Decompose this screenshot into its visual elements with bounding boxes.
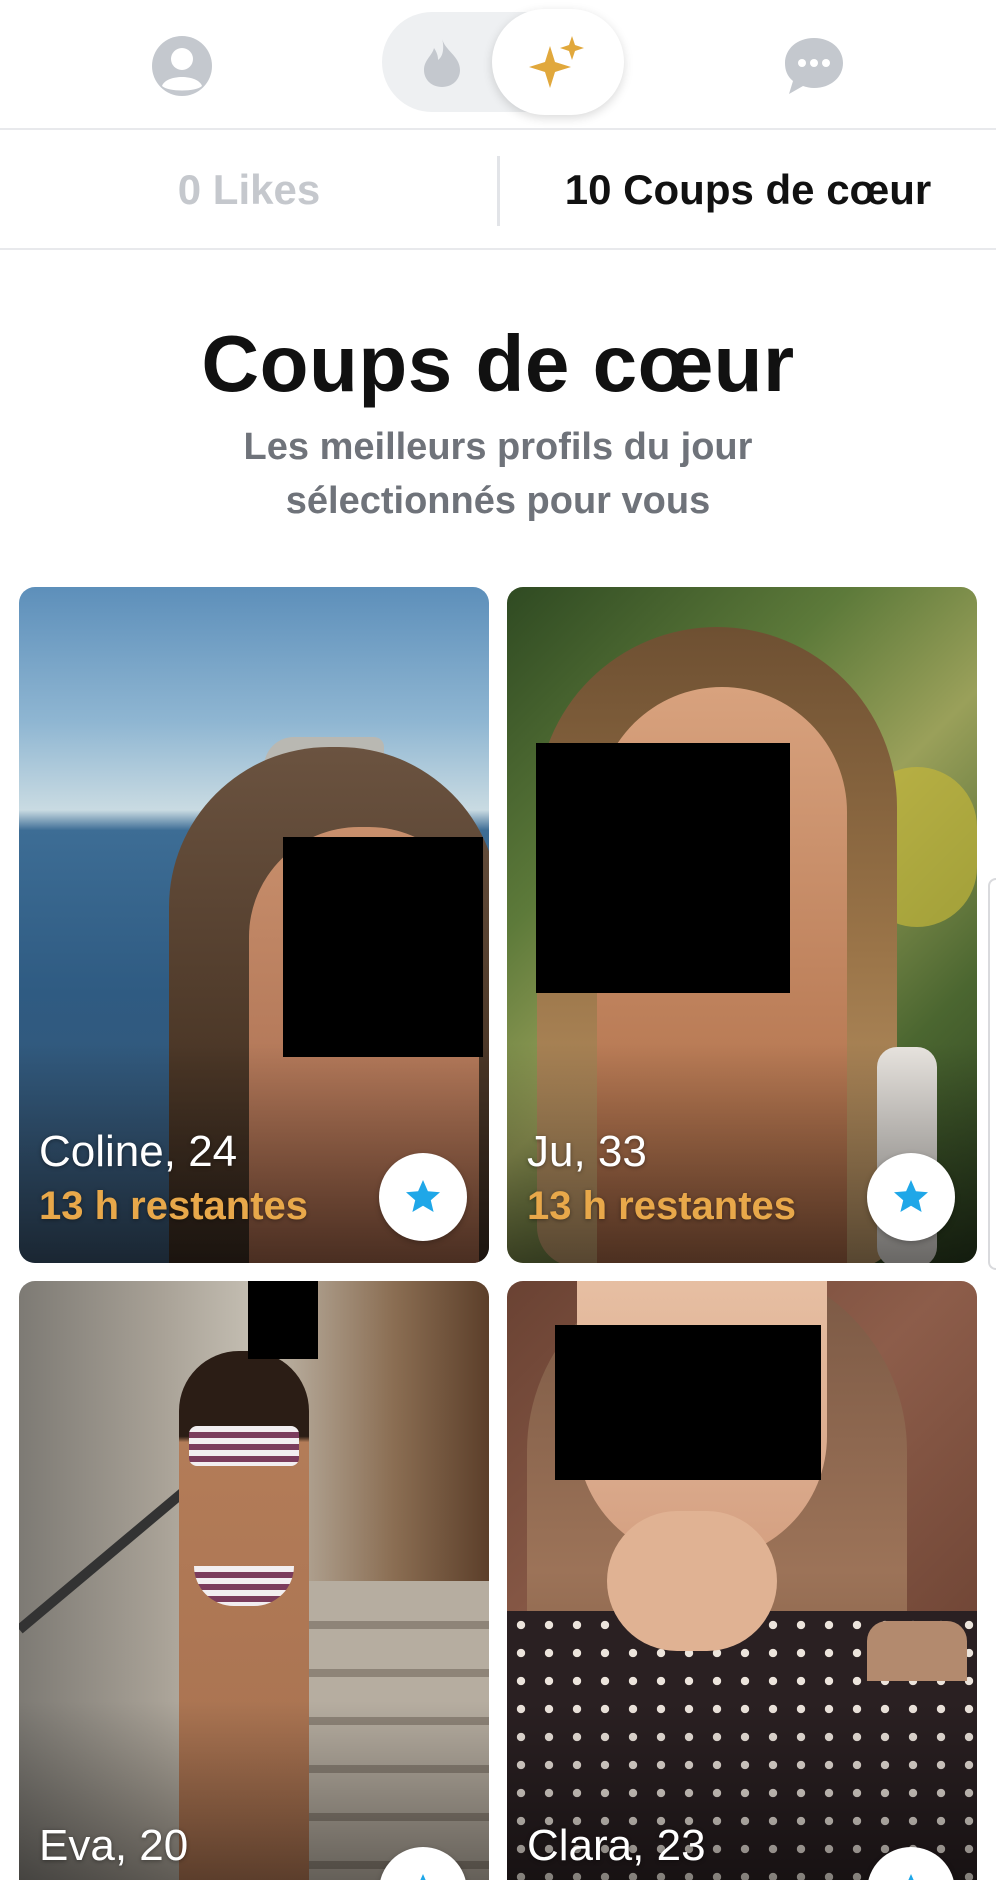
sparkle-icon — [529, 36, 584, 88]
time-remaining: 13 h restantes — [527, 1184, 797, 1228]
messages-button[interactable] — [774, 26, 854, 106]
profile-card[interactable]: Ju, 33 13 h restantes — [507, 587, 977, 1263]
redaction-box — [536, 743, 790, 993]
redaction-box — [555, 1325, 821, 1480]
star-icon — [406, 1180, 440, 1212]
star-icon — [420, 1874, 426, 1880]
chat-icon — [785, 38, 843, 94]
redaction-box — [248, 1281, 318, 1359]
super-like-button[interactable] — [867, 1153, 955, 1241]
profile-card[interactable]: Eva, 20 — [19, 1281, 489, 1880]
likes-tabs: 0 Likes 10 Coups de cœur — [0, 132, 996, 250]
page-title: Coups de cœur — [201, 319, 795, 408]
star-icon — [908, 1874, 914, 1880]
profile-name: Coline, 24 — [39, 1127, 238, 1176]
profile-name: Eva, 20 — [39, 1821, 189, 1870]
tab-top-picks[interactable]: 10 Coups de cœur — [500, 132, 996, 248]
top-navigation — [0, 0, 996, 130]
profile-button[interactable] — [142, 26, 222, 106]
profile-name: Clara, 23 — [527, 1821, 706, 1870]
top-picks-toggle-button[interactable] — [492, 9, 624, 115]
redaction-box — [283, 837, 483, 1057]
profile-card[interactable]: Clara, 23 — [507, 1281, 977, 1880]
time-remaining: 13 h restantes — [39, 1184, 309, 1228]
discover-toggle[interactable] — [382, 9, 624, 115]
super-like-button[interactable] — [379, 1153, 467, 1241]
edge-panel-handle[interactable] — [988, 878, 996, 1270]
flame-icon — [424, 38, 460, 87]
tab-likes[interactable]: 0 Likes — [0, 132, 498, 248]
profile-name: Ju, 33 — [527, 1127, 647, 1176]
profile-card[interactable]: Coline, 24 13 h restantes — [19, 587, 489, 1263]
flame-button[interactable] — [402, 22, 482, 102]
star-icon — [894, 1180, 928, 1212]
page-subtitle: Les meilleurs profils du jour sélectionn… — [243, 426, 753, 522]
profile-icon — [152, 36, 212, 96]
